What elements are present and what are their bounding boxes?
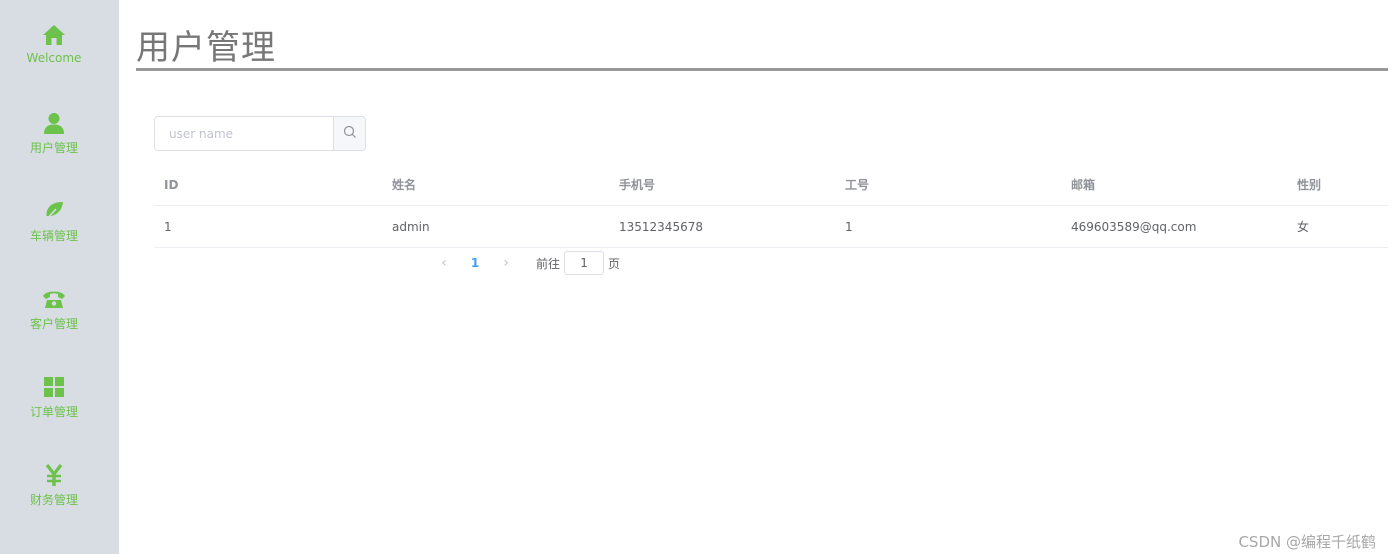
sidebar-item-label: 财务管理	[29, 493, 78, 507]
cell-id: 1	[164, 220, 172, 234]
goto-suffix: 页	[608, 256, 621, 271]
table-row[interactable]: 1 admin 13512345678 1 469603589@qq.com 女	[154, 206, 1388, 248]
sidebar-item-label: 用户管理	[29, 141, 78, 155]
title-divider	[136, 68, 1388, 71]
cell-email: 469603589@qq.com	[1071, 220, 1197, 234]
leaf-icon	[41, 198, 67, 224]
goto-label: 前往	[536, 256, 561, 271]
sidebar-item-label: 车辆管理	[29, 229, 78, 243]
sidebar-item-finance-management[interactable]: 财务管理	[0, 462, 108, 522]
column-header-email: 邮箱	[1071, 178, 1096, 192]
column-header-id: ID	[164, 178, 179, 192]
column-header-gender: 性别	[1297, 178, 1322, 192]
column-header-name: 姓名	[392, 178, 417, 192]
sidebar-item-label: Welcome	[26, 51, 82, 65]
sidebar-item-vehicle-management[interactable]: 车辆管理	[0, 198, 108, 258]
sidebar-item-order-management[interactable]: 订单管理	[0, 374, 108, 434]
column-header-employee-no: 工号	[845, 178, 870, 192]
sidebar: Welcome 用户管理 车辆管理 客户管理 订单管理 财务管理	[0, 0, 119, 554]
phone-icon	[41, 286, 67, 312]
search-button[interactable]	[333, 117, 365, 150]
table-header-row: ID 姓名 手机号 工号 邮箱 性别	[154, 164, 1388, 206]
home-icon	[41, 22, 67, 48]
cell-phone: 13512345678	[619, 220, 703, 234]
sidebar-item-customer-management[interactable]: 客户管理	[0, 286, 108, 346]
user-table: ID 姓名 手机号 工号 邮箱 性别 1 admin 13512345678 1…	[154, 164, 1388, 248]
search-icon	[343, 125, 357, 142]
search-input[interactable]	[155, 117, 333, 150]
pagination: ‹ 1 › 前往 页	[432, 251, 620, 275]
grid-icon	[41, 374, 67, 400]
cell-employee-no: 1	[845, 220, 853, 234]
column-header-phone: 手机号	[619, 178, 656, 192]
page-jumper: 前往 页	[536, 251, 620, 275]
sidebar-item-label: 订单管理	[29, 405, 78, 419]
chevron-right-icon[interactable]: ›	[494, 255, 518, 271]
cell-name: admin	[392, 220, 430, 234]
yen-icon	[41, 462, 67, 488]
page-title: 用户管理	[136, 28, 276, 68]
cell-gender: 女	[1297, 220, 1310, 234]
sidebar-item-welcome[interactable]: Welcome	[0, 22, 108, 82]
goto-page-input[interactable]	[564, 251, 605, 275]
search-box	[154, 116, 366, 151]
user-icon	[41, 110, 67, 136]
sidebar-item-label: 客户管理	[29, 317, 78, 331]
sidebar-item-user-management[interactable]: 用户管理	[0, 110, 108, 170]
chevron-left-icon[interactable]: ‹	[432, 255, 456, 271]
page-number-current[interactable]: 1	[456, 256, 494, 270]
watermark: CSDN @编程千纸鹤	[1238, 533, 1376, 551]
